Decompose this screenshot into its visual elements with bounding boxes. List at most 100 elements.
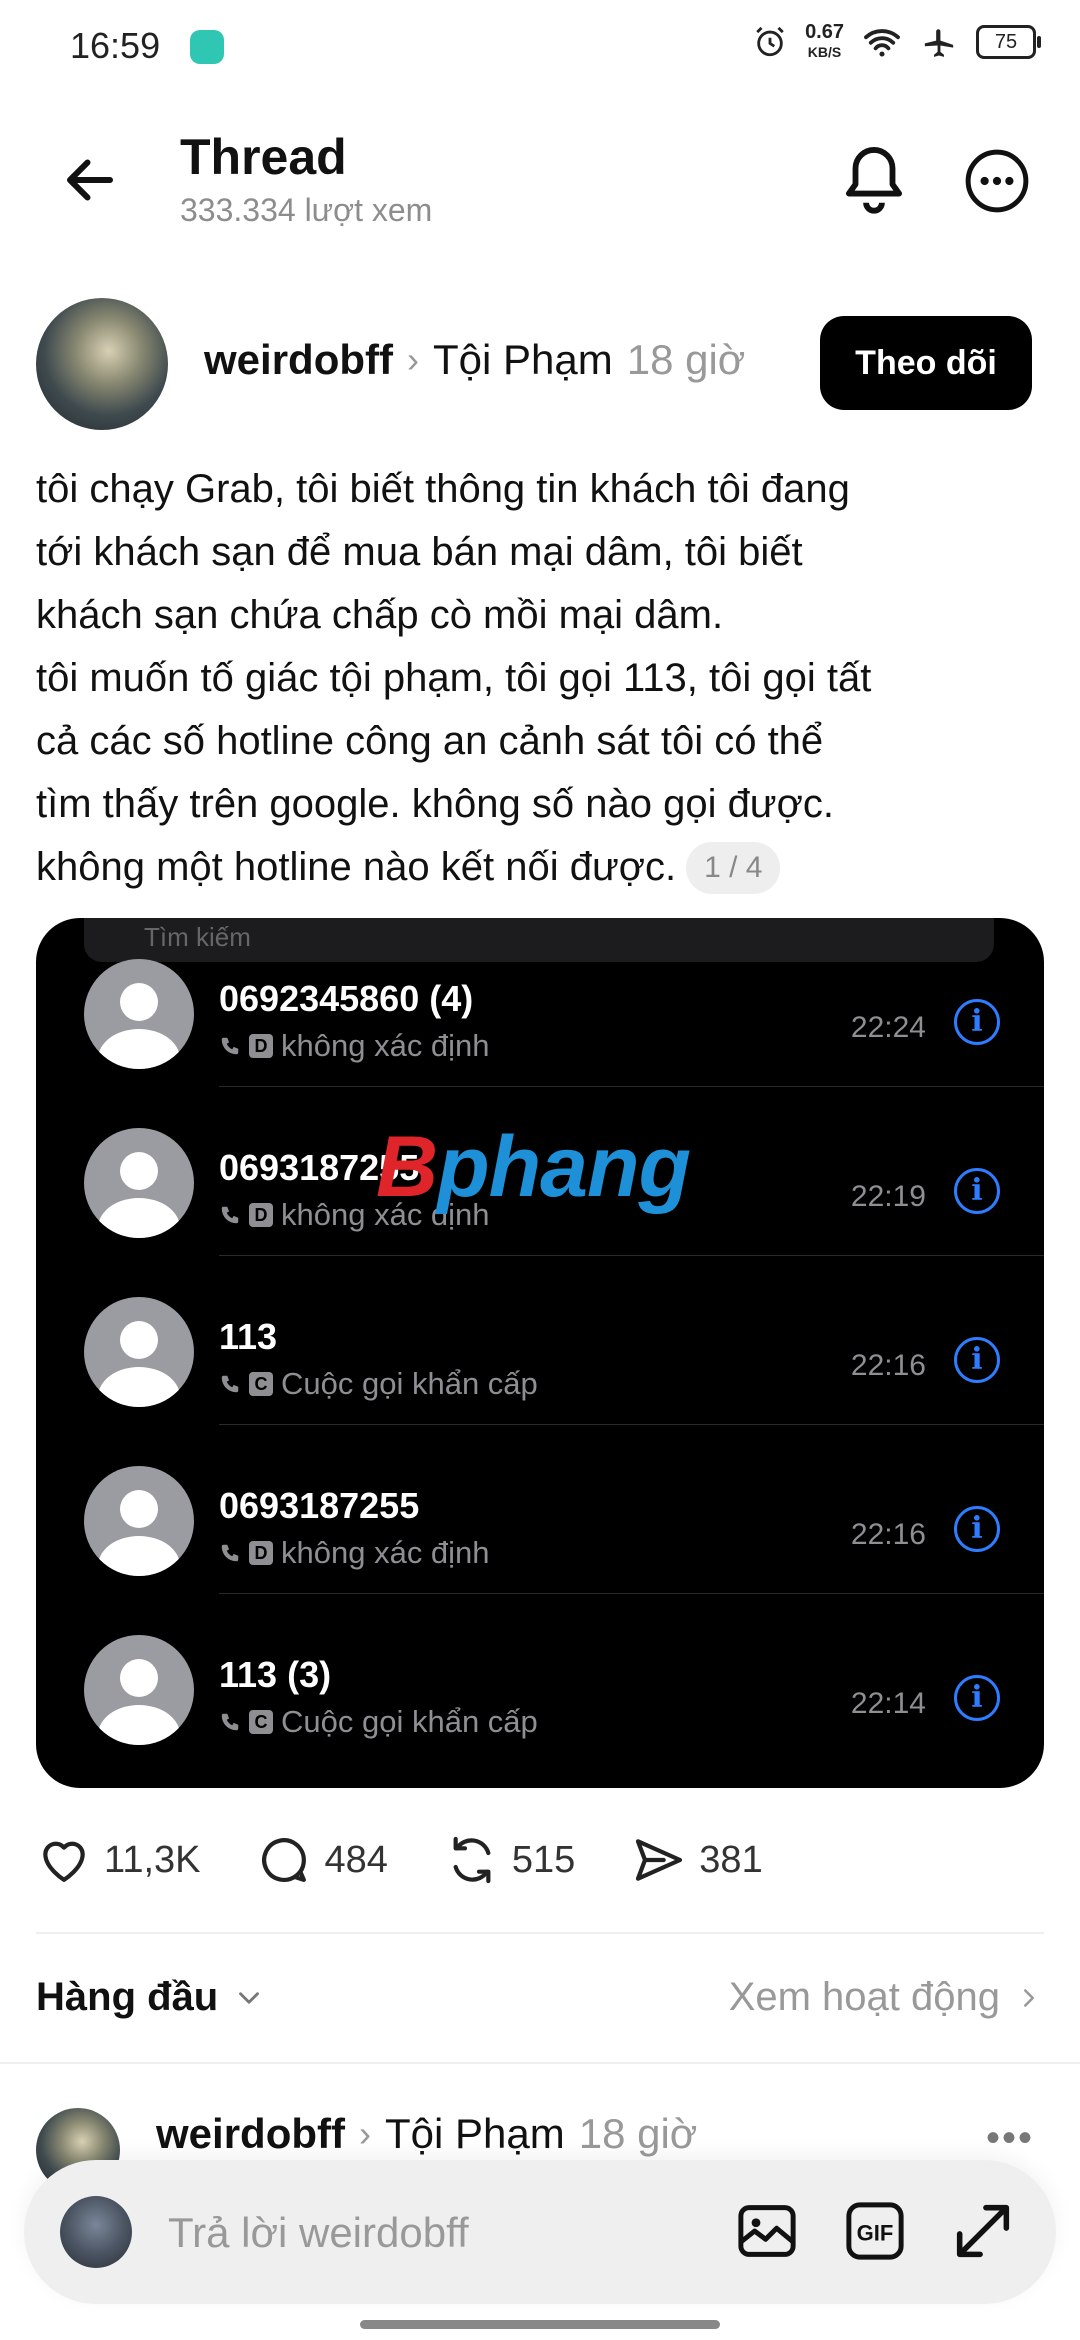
author-avatar[interactable] (36, 298, 168, 430)
contact-avatar-icon (84, 1128, 194, 1238)
call-number: 113 (219, 1316, 278, 1357)
repost-count: 515 (511, 1838, 576, 1881)
call-subtitle: Dkhông xác định (219, 1535, 490, 1571)
share-count: 381 (699, 1838, 763, 1881)
info-icon[interactable]: i (954, 1675, 1000, 1721)
post-meta: weirdobff › Tội Phạm 18 giờ (204, 336, 745, 384)
info-icon[interactable]: i (954, 1168, 1000, 1214)
call-time: 22:16 (850, 1349, 926, 1382)
watermark-logo: Bphang (376, 1119, 691, 1215)
comment-icon (262, 1838, 307, 1882)
bell-icon[interactable] (842, 142, 906, 216)
image-icon[interactable] (734, 2198, 800, 2264)
view-activity-link[interactable]: Xem hoạt động (729, 1975, 1044, 2020)
gif-icon[interactable]: GIF (842, 2198, 908, 2264)
call-label: không xác định (281, 1028, 490, 1063)
sim-badge: D (249, 1034, 273, 1058)
chevron-down-icon (239, 1991, 260, 2004)
reply-author-name[interactable]: weirdobff (156, 2110, 345, 2158)
phone-icon (221, 1206, 239, 1224)
post-image[interactable]: Tìm kiếm 0692345860 (4) Dkhông xác định 22… (36, 918, 1044, 1788)
chevron-right-icon: › (406, 339, 419, 380)
svg-text:GIF: GIF (857, 2221, 894, 2246)
sim-badge: C (249, 1372, 273, 1396)
repost-icon (453, 1836, 491, 1884)
share-button[interactable]: 381 (631, 1832, 763, 1888)
reply-input[interactable] (166, 2200, 730, 2266)
chevron-right-icon: › (358, 2113, 371, 2154)
status-time: 16:59 (70, 25, 161, 66)
call-subtitle: C Cuộc gọi khẩn cấp (219, 1704, 538, 1740)
sim-badge: C (249, 1710, 273, 1734)
back-arrow-icon[interactable] (60, 150, 120, 210)
contact-avatar-icon (84, 959, 194, 1069)
call-time: 22:19 (850, 1180, 926, 1213)
call-number: 0693187255 (219, 1485, 420, 1526)
call-subtitle: Dkhông xác định (219, 1028, 490, 1064)
more-options-icon[interactable] (964, 148, 1030, 214)
heart-icon (43, 1841, 85, 1882)
community-tag[interactable]: Tội Phạm (433, 336, 613, 384)
wifi-icon (864, 29, 900, 57)
post-text: tôi chạy Grab, tôi biết thông tin khách … (36, 467, 872, 889)
sort-label: Hàng đầu (36, 1975, 219, 2019)
call-subtitle: C Cuộc gọi khẩn cấp (219, 1366, 538, 1402)
call-log-row[interactable]: 0692345860 (4) Dkhông xác định 22:24 i (36, 918, 1044, 1087)
action-bar: 11,3K 484 515 381 (36, 1832, 819, 1888)
post-time: 18 giờ (626, 336, 746, 383)
divider (0, 2062, 1080, 2064)
page-title: Thread (180, 129, 347, 185)
sim-badge: D (249, 1203, 273, 1227)
info-icon[interactable]: i (954, 1337, 1000, 1383)
call-time: 22:14 (850, 1687, 926, 1720)
reply-more-icon[interactable]: ••• (986, 2116, 1034, 2161)
contact-avatar-icon (84, 1297, 194, 1407)
repost-button[interactable]: 515 (444, 1832, 575, 1888)
follow-button[interactable]: Theo dõi (820, 316, 1032, 410)
call-log-row[interactable]: 113 (3) C Cuộc gọi khẩn cấp 22:14 i (36, 1594, 1044, 1763)
net-speed: 0.67 KB/S (805, 21, 844, 60)
call-label: Cuộc gọi khẩn cấp (281, 1704, 538, 1739)
call-log-row[interactable]: 0693187255 Dkhông xác định 22:16 i (36, 1425, 1044, 1594)
sim-badge: D (249, 1541, 273, 1565)
my-avatar (60, 2196, 132, 2268)
chevron-right-icon (1024, 1988, 1034, 2007)
call-log-row[interactable]: 113 C Cuộc gọi khẩn cấp 22:16 i (36, 1256, 1044, 1425)
call-label: không xác định (281, 1535, 490, 1570)
phone-icon (221, 1375, 239, 1393)
airplane-icon (924, 29, 954, 57)
image-page-indicator: 1 / 4 (686, 842, 781, 894)
battery-indicator: 75 (976, 25, 1041, 59)
post-body: tôi chạy Grab, tôi biết thông tin khách … (36, 458, 1046, 899)
view-count: 333.334 lượt xem (180, 192, 433, 228)
call-time: 22:16 (850, 1518, 926, 1551)
like-count: 11,3K (104, 1838, 201, 1881)
contact-avatar-icon (84, 1635, 194, 1745)
phone-icon (221, 1713, 239, 1731)
comment-count: 484 (324, 1838, 388, 1881)
phone-icon (221, 1037, 239, 1055)
divider (36, 1932, 1044, 1934)
app-notification-icon (190, 30, 224, 64)
sort-dropdown[interactable]: Hàng đầu (36, 1975, 266, 2020)
activity-label: Xem hoạt động (728, 1975, 1000, 2019)
phone-icon (221, 1544, 239, 1562)
send-icon (636, 1839, 683, 1881)
info-icon[interactable]: i (954, 1506, 1000, 1552)
reply-meta: weirdobff › Tội Phạm 18 giờ (156, 2110, 697, 2158)
reply-time: 18 giờ (578, 2110, 698, 2157)
call-number: 0692345860 (4) (219, 978, 474, 1019)
expand-icon[interactable] (948, 2196, 1018, 2266)
like-button[interactable]: 11,3K (36, 1832, 200, 1888)
info-icon[interactable]: i (954, 999, 1000, 1045)
contact-avatar-icon (84, 1466, 194, 1576)
reply-community[interactable]: Tội Phạm (385, 2110, 565, 2158)
call-time: 22:24 (850, 1011, 926, 1044)
comment-button[interactable]: 484 (256, 1832, 388, 1888)
home-indicator (360, 2320, 720, 2329)
author-name[interactable]: weirdobff (204, 336, 393, 384)
alarm-icon (756, 26, 784, 57)
call-label: Cuộc gọi khẩn cấp (281, 1366, 538, 1401)
call-number: 113 (3) (219, 1654, 332, 1695)
status-icons: 0.67 KB/S 75 (753, 21, 1041, 62)
